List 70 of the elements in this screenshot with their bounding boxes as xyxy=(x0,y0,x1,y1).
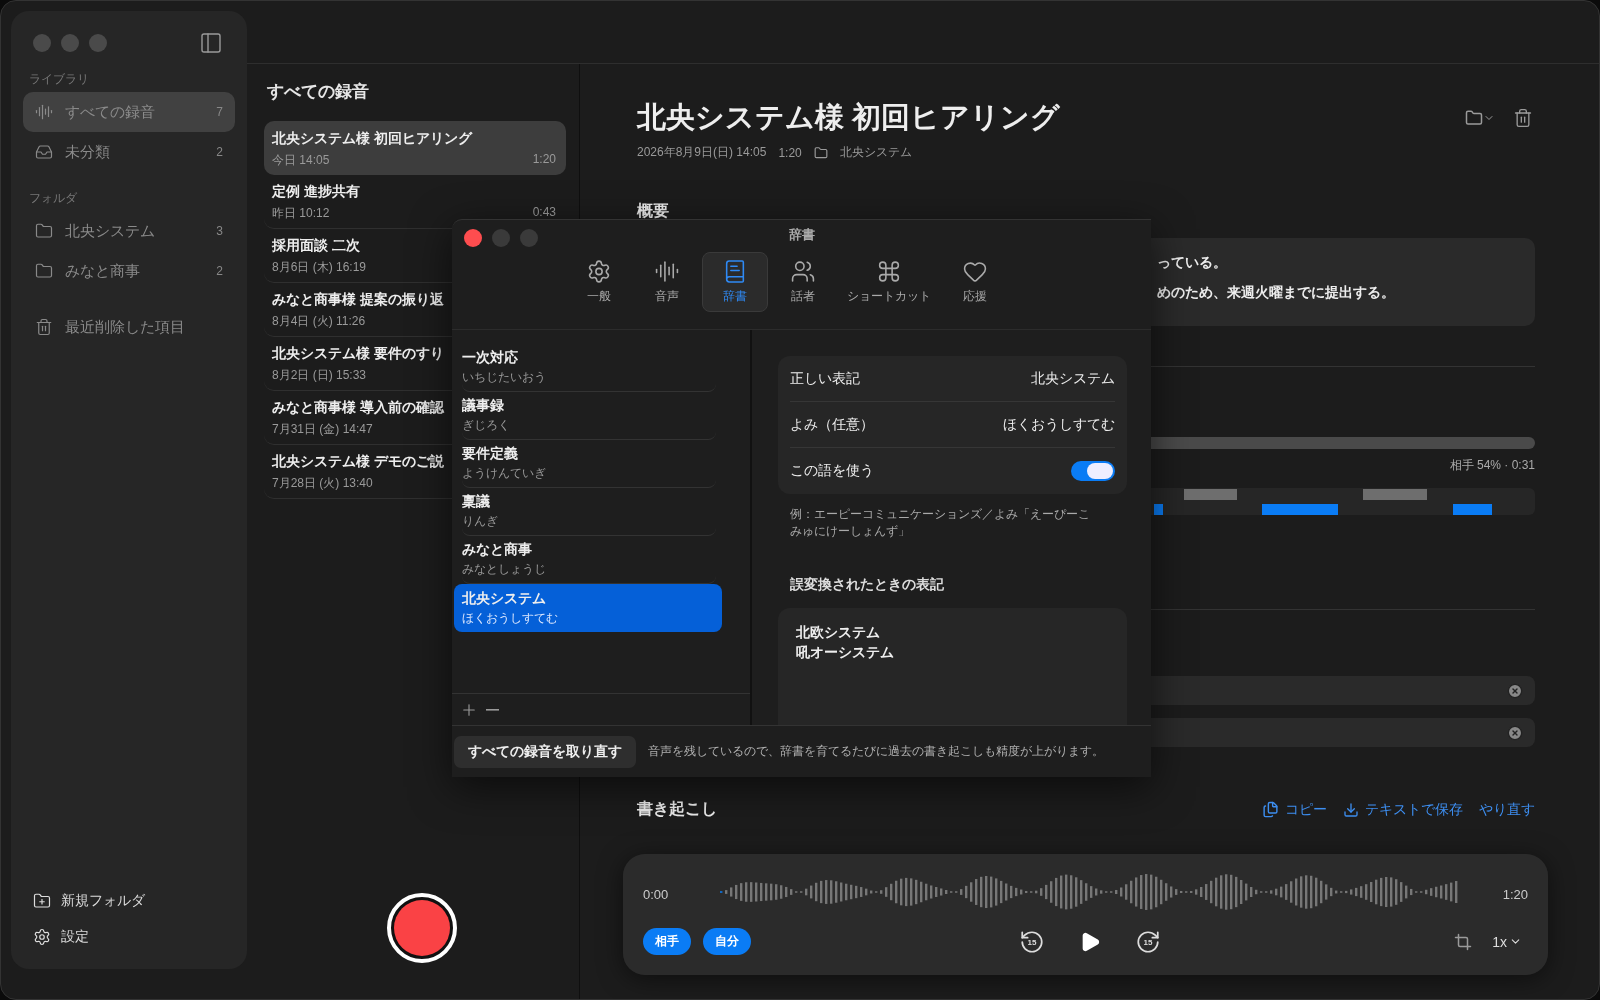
recording-title: 北央システム様 初回ヒアリング xyxy=(637,100,1061,135)
total-time: 1:20 xyxy=(1502,886,1528,902)
section-heading: 誤変換されたときの表記 xyxy=(790,576,945,594)
settings-icon xyxy=(33,928,51,946)
summary-heading: 概要 xyxy=(637,201,670,221)
skip-back-button[interactable]: 15 xyxy=(1019,928,1045,955)
speed-button[interactable]: 1x xyxy=(1486,932,1528,951)
new-folder-icon xyxy=(33,892,51,910)
retranscribe-button[interactable]: すべての録音を取り直す xyxy=(454,735,636,768)
sidebar-item[interactable]: みなと商事 2 xyxy=(23,251,235,291)
people-icon xyxy=(789,259,816,284)
close-button[interactable] xyxy=(464,229,482,247)
list-title: すべての録音 xyxy=(266,81,370,103)
settings-tab[interactable]: 一般 xyxy=(565,252,632,312)
clear-icon[interactable] xyxy=(1507,724,1523,741)
word-item[interactable]: 稟議 りんぎ xyxy=(462,488,716,536)
heart-icon xyxy=(961,259,988,284)
settings-tab[interactable]: ショートカット xyxy=(837,252,940,312)
folder-icon xyxy=(1465,109,1483,127)
copy-icon xyxy=(1262,801,1279,818)
save-button[interactable]: テキストで保存 xyxy=(1343,800,1463,819)
sidebar-item[interactable]: 未分類 2 xyxy=(23,132,235,172)
footer-note: 音声を残しているので、辞書を育てるたびに過去の書き起こしも精度が上がります。 xyxy=(648,743,1104,760)
recording-date: 2026年8月9日(日) 14:05 xyxy=(637,144,767,161)
sidebar-item[interactable]: 最近削除した項目 xyxy=(23,307,235,347)
speaker-filter-chip[interactable]: 自分 xyxy=(703,928,751,955)
settings-tab[interactable]: 辞書 xyxy=(701,252,768,312)
redo-button[interactable]: やり直す xyxy=(1479,800,1535,819)
form-label: この語を使う xyxy=(790,462,874,480)
dialog-title: 辞書 xyxy=(788,226,815,244)
folder-icon xyxy=(35,222,53,240)
sidebar-item[interactable]: 北央システム 3 xyxy=(23,211,235,251)
summary-text: っている。 xyxy=(1157,253,1228,272)
trash-icon xyxy=(35,318,53,336)
waveform-icon xyxy=(35,103,53,121)
form-value[interactable]: ほくおうしすてむ xyxy=(1003,415,1115,434)
word-item[interactable]: 議事録 ぎじろく xyxy=(462,392,716,440)
settings-tab[interactable]: 音声 xyxy=(633,252,700,312)
waveform-icon xyxy=(653,259,680,284)
settings-tab[interactable]: 話者 xyxy=(769,252,836,312)
section-heading: フォルダ xyxy=(28,190,78,207)
sidebar-footer-item[interactable]: 設定 xyxy=(23,919,235,955)
recording-duration: 1:20 xyxy=(778,145,802,160)
folder-icon xyxy=(813,145,828,160)
download-icon xyxy=(1343,801,1359,818)
speaker-share-reading: 相手 54% · 0:31 xyxy=(1449,457,1535,474)
speaker-filter-chip[interactable]: 相手 xyxy=(643,928,691,955)
form-value[interactable]: 北央システム xyxy=(1031,369,1115,388)
recording-folder: 北央システム xyxy=(839,144,912,161)
current-time: 0:00 xyxy=(643,886,669,902)
word-item[interactable]: 要件定義 ようけんていぎ xyxy=(462,440,716,488)
clear-icon[interactable] xyxy=(1507,682,1523,699)
sidebar-footer-item[interactable]: 新規フォルダ xyxy=(23,883,235,919)
word-item[interactable]: 北央システム ほくおうしすてむ xyxy=(454,584,722,632)
form-label: 正しい表記 xyxy=(790,369,860,388)
hint-text: 例：エーピーコミュニケーションズ／よみ「えーぴーこみゅにけーしょんず」 xyxy=(790,506,1090,540)
settings-tab[interactable]: 応援 xyxy=(941,252,1008,312)
minus-icon xyxy=(486,708,499,711)
word-item[interactable]: 一次対応 いちじたいおう xyxy=(462,344,716,392)
use-word-toggle[interactable] xyxy=(1071,461,1115,481)
copy-button[interactable]: コピー xyxy=(1262,800,1327,819)
section-heading: ライブラリ xyxy=(28,71,90,88)
misconversion-field[interactable]: 北欧システム 吼オーシステム xyxy=(778,608,1127,725)
skip-forward-button[interactable]: 15 xyxy=(1135,928,1161,955)
tray-icon xyxy=(35,143,53,161)
folder-icon xyxy=(35,262,53,280)
summary-text: めのため、来週火曜までに提出する。 xyxy=(1157,283,1396,302)
form-label: よみ（任意） xyxy=(790,415,874,434)
recording-item[interactable]: 北央システム様 初回ヒアリング 今日 14:05 1:20 xyxy=(264,121,566,175)
transcript-heading: 書き起こし xyxy=(637,799,717,819)
